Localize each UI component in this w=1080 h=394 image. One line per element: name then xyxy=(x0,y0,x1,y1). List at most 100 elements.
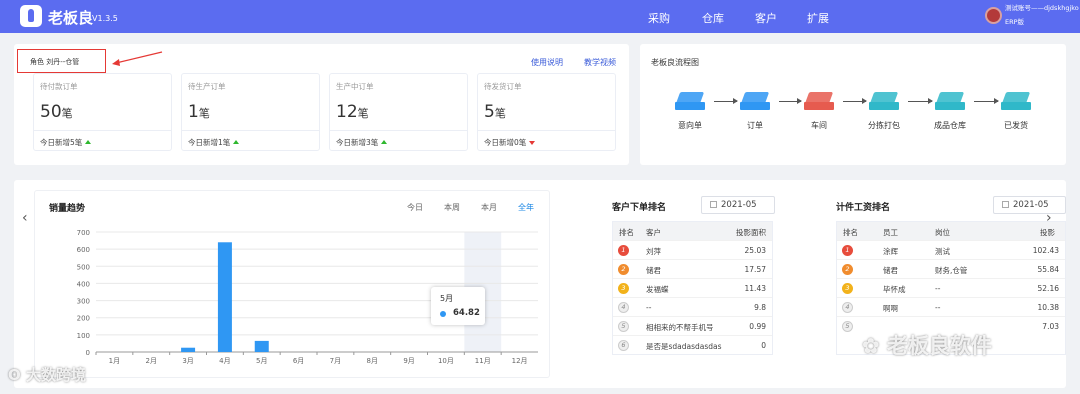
x-tick-label: 1月 xyxy=(109,357,120,365)
flow-arrow-icon xyxy=(908,98,933,104)
calendar-icon xyxy=(710,201,717,208)
table-row: 2 储君 17.57 xyxy=(613,259,772,278)
flow-step: 意向单 xyxy=(670,92,710,131)
period-year[interactable]: 全年 xyxy=(518,202,534,213)
y-tick-label: 200 xyxy=(77,315,90,323)
stat-card-unpaid[interactable]: 待付款订单 50笔 今日新增5笔 xyxy=(33,73,172,151)
nav-customer[interactable]: 客户 xyxy=(755,10,777,26)
employee-post: -- xyxy=(935,284,941,293)
flow-step: 成品仓库 xyxy=(930,92,970,131)
area-value: 10.38 xyxy=(1037,303,1059,312)
user-edition: ERP版 xyxy=(1005,18,1025,26)
table-header: 排名 员工 岗位 投影 xyxy=(837,222,1065,240)
table-row: 3 发福蝶 11.43 xyxy=(613,278,772,297)
manual-link[interactable]: 使用说明 xyxy=(531,57,563,68)
workshop-icon xyxy=(804,92,834,114)
user-name[interactable]: 测试账号——djdskhgjko xyxy=(1005,2,1079,12)
customer-rank-date-picker[interactable]: 2021-05 xyxy=(701,196,775,214)
employee-post: -- xyxy=(935,303,941,312)
stat-card-pending-production[interactable]: 待生产订单 1笔 今日新增1笔 xyxy=(181,73,320,151)
employee-name: 储君 xyxy=(883,266,898,275)
y-tick-label: 0 xyxy=(86,349,90,357)
y-tick-label: 400 xyxy=(77,280,90,288)
employee-post: 测试 xyxy=(935,247,950,256)
bar xyxy=(217,242,232,352)
employee-post: 财务,仓管 xyxy=(935,266,968,275)
flow-step: 已发货 xyxy=(996,92,1036,131)
x-tick-label: 10月 xyxy=(438,357,454,365)
rank-badge: 1 xyxy=(842,245,853,256)
x-tick-label: 2月 xyxy=(146,357,157,365)
area-value: 7.03 xyxy=(1042,322,1059,331)
area-value: 52.16 xyxy=(1037,284,1059,293)
table-row: 1 涂辉 测试 102.43 xyxy=(837,240,1065,259)
period-month[interactable]: 本月 xyxy=(481,202,497,213)
trend-up-icon xyxy=(85,140,92,144)
flow-arrow-icon xyxy=(779,98,802,104)
nav-warehouse[interactable]: 仓库 xyxy=(702,10,724,26)
x-tick-label: 5月 xyxy=(256,357,267,365)
area-value: 17.57 xyxy=(744,265,766,274)
bar xyxy=(254,340,269,352)
tutorial-video-link[interactable]: 教学视频 xyxy=(584,57,616,68)
x-tick-label: 11月 xyxy=(475,357,491,365)
app-logo-icon[interactable] xyxy=(20,5,42,27)
watermark-right: ✿ 老板良软件 xyxy=(862,334,992,358)
stat-value: 1笔 xyxy=(188,102,210,122)
warehouse-icon xyxy=(935,92,965,114)
stat-title: 待生产订单 xyxy=(188,82,226,91)
stat-card-in-production[interactable]: 生产中订单 12笔 今日新增3笔 xyxy=(329,73,468,151)
watermark-left: ʘ 大数跨境 xyxy=(8,366,86,384)
stat-value: 50笔 xyxy=(40,102,73,122)
area-value: 9.8 xyxy=(754,303,766,312)
bar xyxy=(181,347,196,352)
employee-name: 涂辉 xyxy=(883,247,898,256)
flow-step: 车间 xyxy=(799,92,839,131)
wage-rank-date-picker[interactable]: 2021-05 xyxy=(993,196,1066,214)
area-value: 0.99 xyxy=(749,322,766,331)
rank-badge: 6 xyxy=(618,340,629,351)
avatar[interactable] xyxy=(985,7,1002,24)
table-header: 排名 客户 投影面积 xyxy=(613,222,772,240)
rank-badge: 2 xyxy=(618,264,629,275)
x-tick-label: 7月 xyxy=(330,357,341,365)
table-row: 1 刘萍 25.03 xyxy=(613,240,772,259)
flow-step-label: 成品仓库 xyxy=(934,121,966,130)
table-row: 5 相相来的不帮手机号 0.99 xyxy=(613,316,772,335)
flow-arrow-icon xyxy=(843,98,867,104)
rank-badge: 4 xyxy=(842,302,853,313)
employee-name: 啊啊 xyxy=(883,304,898,313)
stat-value: 12笔 xyxy=(336,102,369,122)
flow-step: 订单 xyxy=(735,92,775,131)
trend-up-icon xyxy=(233,140,240,144)
period-today[interactable]: 今日 xyxy=(407,202,423,213)
chart-tooltip: 5月 64.82 xyxy=(431,287,485,325)
brand-name: 老板良 xyxy=(48,9,94,27)
annotation-arrow-icon xyxy=(112,51,163,66)
area-value: 102.43 xyxy=(1032,246,1059,255)
top-bar: 老板良 V1.3.5 采购 仓库 客户 扩展 测试账号——djdskhgjko … xyxy=(0,0,1080,33)
customer-name: 储君 xyxy=(646,266,661,275)
x-tick-label: 3月 xyxy=(182,357,193,365)
table-row: 2 储君 财务,仓管 55.84 xyxy=(837,259,1065,278)
rank-badge: 5 xyxy=(618,321,629,332)
stat-title: 生产中订单 xyxy=(336,82,374,91)
customer-name: -- xyxy=(646,303,652,312)
stat-title: 待发货订单 xyxy=(484,82,522,91)
y-tick-label: 500 xyxy=(77,263,90,271)
sales-trend-title: 销量趋势 xyxy=(49,204,86,214)
customer-rank-table: 排名 客户 投影面积 1 刘萍 25.03 2 储君 17.57 3 发福蝶 11.43 4 -- 9… xyxy=(612,221,773,355)
trend-up-icon xyxy=(381,140,388,144)
period-week[interactable]: 本周 xyxy=(444,202,460,213)
shipped-icon xyxy=(1001,92,1031,114)
role-label: 角色 刘丹--仓管 xyxy=(17,49,106,73)
calendar-icon xyxy=(1002,201,1009,208)
x-tick-label: 9月 xyxy=(403,357,414,365)
table-row: 4 啊啊 -- 10.38 xyxy=(837,297,1065,316)
prev-arrow-icon[interactable]: ‹ xyxy=(22,210,28,226)
stat-card-pending-shipment[interactable]: 待发货订单 5笔 今日新增0笔 xyxy=(477,73,616,151)
stat-footer: 今日新增5笔 xyxy=(40,137,92,148)
table-row: 6 是否是sdadasdasdas 0 xyxy=(613,335,772,354)
nav-purchase[interactable]: 采购 xyxy=(648,10,670,26)
nav-extension[interactable]: 扩展 xyxy=(807,10,829,26)
